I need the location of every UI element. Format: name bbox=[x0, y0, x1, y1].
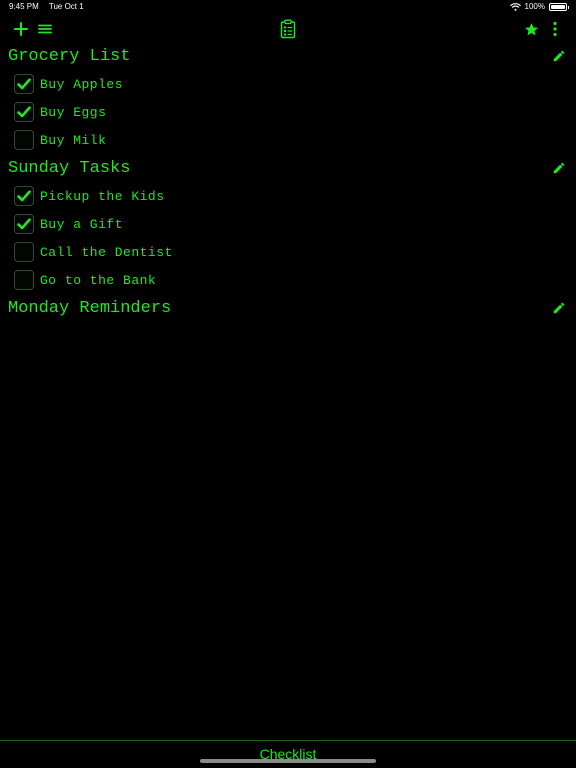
list-item[interactable]: Buy Eggs bbox=[0, 98, 576, 126]
menu-button[interactable] bbox=[34, 18, 56, 40]
star-icon bbox=[524, 22, 538, 35]
list-title: Sunday Tasks bbox=[8, 158, 131, 178]
clipboard-button[interactable] bbox=[277, 18, 299, 40]
pencil-icon bbox=[553, 50, 565, 62]
more-options-button[interactable] bbox=[544, 18, 566, 40]
status-right: 100% bbox=[509, 2, 569, 11]
status-left: 9:45 PM Tue Oct 1 bbox=[9, 2, 92, 11]
checkbox-checked[interactable] bbox=[14, 186, 34, 206]
list-header-monday[interactable]: Monday Reminders bbox=[0, 294, 576, 322]
list-item[interactable]: Call the Dentist bbox=[0, 238, 576, 266]
add-list-button[interactable] bbox=[10, 18, 32, 40]
item-label: Buy Eggs bbox=[40, 104, 107, 120]
list-item[interactable]: Buy Apples bbox=[0, 70, 576, 98]
status-date: Tue Oct 1 bbox=[48, 2, 84, 11]
edit-list-button[interactable] bbox=[550, 299, 568, 317]
status-bar: 9:45 PM Tue Oct 1 100% bbox=[0, 0, 576, 14]
home-indicator[interactable] bbox=[200, 759, 376, 763]
checkbox-checked[interactable] bbox=[14, 102, 34, 122]
list-item[interactable]: Buy a Gift bbox=[0, 210, 576, 238]
checkbox-unchecked[interactable] bbox=[14, 270, 34, 290]
pencil-icon bbox=[553, 162, 565, 174]
checklist-container: Grocery List Buy Apples Buy Eggs Buy Mil… bbox=[0, 42, 576, 322]
list-header-sunday[interactable]: Sunday Tasks bbox=[0, 154, 576, 182]
battery-icon bbox=[549, 2, 569, 11]
checkbox-checked[interactable] bbox=[14, 74, 34, 94]
checkmark-icon bbox=[17, 218, 31, 230]
checkmark-icon bbox=[17, 190, 31, 202]
list-title: Grocery List bbox=[8, 46, 131, 66]
menu-icon bbox=[38, 24, 52, 34]
list-title: Monday Reminders bbox=[8, 298, 172, 318]
edit-list-button[interactable] bbox=[550, 47, 568, 65]
pencil-icon bbox=[553, 302, 565, 314]
favorite-button[interactable] bbox=[520, 18, 542, 40]
checkmark-icon bbox=[17, 78, 31, 90]
item-label: Buy a Gift bbox=[40, 216, 124, 232]
bottom-bar: Checklist bbox=[0, 740, 576, 768]
more-vertical-icon bbox=[553, 21, 557, 37]
battery-fill bbox=[551, 4, 565, 9]
plus-icon bbox=[14, 22, 28, 36]
item-label: Buy Apples bbox=[40, 76, 124, 92]
battery-percent: 100% bbox=[524, 2, 545, 11]
checkmark-icon bbox=[17, 106, 31, 118]
wifi-icon bbox=[509, 2, 521, 11]
list-item[interactable]: Pickup the Kids bbox=[0, 182, 576, 210]
item-label: Buy Milk bbox=[40, 132, 107, 148]
checkbox-checked[interactable] bbox=[14, 214, 34, 234]
item-label: Go to the Bank bbox=[40, 272, 157, 288]
toolbar bbox=[0, 16, 576, 42]
status-time: 9:45 PM bbox=[9, 2, 39, 11]
checkbox-unchecked[interactable] bbox=[14, 130, 34, 150]
list-header-grocery[interactable]: Grocery List bbox=[0, 42, 576, 70]
item-label: Call the Dentist bbox=[40, 244, 173, 260]
checkbox-unchecked[interactable] bbox=[14, 242, 34, 262]
list-item[interactable]: Go to the Bank bbox=[0, 266, 576, 294]
list-item[interactable]: Buy Milk bbox=[0, 126, 576, 154]
edit-list-button[interactable] bbox=[550, 159, 568, 177]
item-label: Pickup the Kids bbox=[40, 188, 165, 204]
clipboard-list-icon bbox=[280, 19, 296, 39]
